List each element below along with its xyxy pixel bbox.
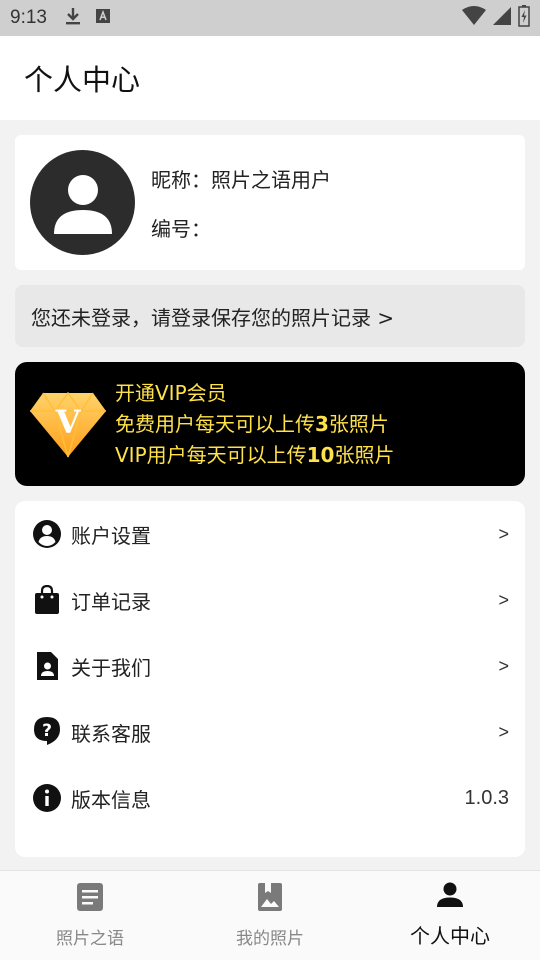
- tab-label: 我的照片: [236, 929, 304, 949]
- person-icon: [436, 882, 464, 912]
- contact-card-icon: [32, 651, 62, 681]
- nickname-label: 昵称：: [151, 167, 211, 192]
- number-row: 编号：: [151, 213, 331, 242]
- tab-label: 照片之语: [56, 929, 124, 949]
- version-number: 1.0.3: [464, 786, 509, 809]
- account-circle-icon: [32, 519, 62, 549]
- person-avatar-icon: [53, 174, 112, 234]
- tab-label: 个人中心: [410, 924, 490, 948]
- menu-item-label: 版本信息: [71, 787, 151, 812]
- menu-item-account-settings[interactable]: 账户设置 >: [15, 501, 525, 567]
- document-icon: [76, 882, 104, 916]
- signal-icon: [492, 6, 512, 30]
- number-label: 编号：: [151, 216, 211, 241]
- menu-item-label: 订单记录: [71, 589, 151, 614]
- tab-my-photos[interactable]: 我的照片: [180, 871, 360, 960]
- chevron-right: >: [498, 589, 509, 610]
- vip-title: 开通VIP会员: [115, 380, 227, 405]
- shopping-bag-icon: [32, 585, 62, 615]
- menu-item-label: 关于我们: [71, 655, 151, 680]
- status-time: 9:13: [10, 7, 47, 28]
- menu-item-order-records[interactable]: 订单记录 >: [15, 567, 525, 633]
- chevron-right: >: [498, 721, 509, 742]
- info-icon: [32, 783, 62, 813]
- photo-album-icon: [257, 882, 283, 916]
- menu-item-about-us[interactable]: 关于我们 >: [15, 633, 525, 699]
- help-icon: ?: [32, 717, 62, 747]
- chevron-right: >: [498, 523, 509, 544]
- chevron-right: >: [498, 655, 509, 676]
- menu-item-label: 联系客服: [71, 721, 151, 746]
- menu-item-label: 账户设置: [71, 523, 151, 548]
- status-bar: 9:13: [0, 0, 540, 36]
- menu-item-version-info[interactable]: 版本信息 1.0.3: [15, 765, 525, 831]
- profile-card: 昵称： 照片之语用户 编号：: [15, 135, 525, 270]
- avatar[interactable]: [30, 150, 135, 255]
- app-header: 个人中心: [0, 36, 540, 120]
- settings-menu: 账户设置 > 订单记录 > 关于我们 > ? 联系客服 > 版本信息 1.0.3: [15, 501, 525, 857]
- download-icon: [65, 7, 81, 29]
- tab-photo-words[interactable]: 照片之语: [0, 871, 180, 960]
- keyboard-a-icon: [95, 8, 111, 28]
- svg-text:?: ?: [42, 721, 52, 741]
- vip-badge-letter: V: [55, 403, 82, 441]
- nickname-value: 照片之语用户: [211, 167, 331, 192]
- tab-personal-center[interactable]: 个人中心: [360, 871, 540, 960]
- nickname-row: 昵称： 照片之语用户: [151, 164, 331, 193]
- vip-text: 开通VIP会员 免费用户每天可以上传3张照片 VIP用户每天可以上传10张照片: [115, 380, 394, 469]
- vip-paid-line: VIP用户每天可以上传10张照片: [115, 442, 395, 467]
- menu-item-contact-support[interactable]: ? 联系客服 >: [15, 699, 525, 765]
- bottom-nav: 照片之语 我的照片 个人中心: [0, 870, 540, 960]
- diamond-vip-icon: V: [29, 389, 107, 459]
- vip-free-line: 免费用户每天可以上传3张照片: [115, 411, 389, 436]
- login-prompt-banner[interactable]: 您还未登录，请登录保存您的照片记录 >: [15, 285, 525, 347]
- page-title: 个人中心: [24, 63, 141, 97]
- wifi-icon: [462, 6, 486, 30]
- battery-icon: [518, 5, 530, 31]
- profile-info: 昵称： 照片之语用户 编号：: [151, 164, 331, 242]
- vip-card[interactable]: V 开通VIP会员 免费用户每天可以上传3张照片 VIP用户每天可以上传10张照…: [15, 362, 525, 486]
